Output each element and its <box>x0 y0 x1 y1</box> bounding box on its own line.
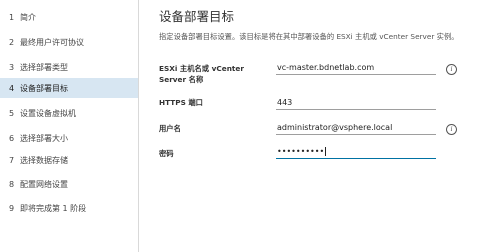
step-label: 配置网络设置 <box>20 179 68 189</box>
step-number: 3 <box>9 62 15 72</box>
step-label: 选择部署类型 <box>20 62 68 72</box>
step-label: 即将完成第 1 阶段 <box>20 203 87 213</box>
step-deployment-type[interactable]: 3 选择部署类型 <box>0 57 138 77</box>
wizard-steps-sidebar: 1 简介 2 最终用户许可协议 3 选择部署类型 4 设备部署目标 5 设置设备… <box>0 0 139 252</box>
username-input[interactable] <box>276 121 436 135</box>
step-deployment-size[interactable]: 6 选择部署大小 <box>0 128 138 148</box>
step-datastore[interactable]: 7 选择数据存储 <box>0 150 138 170</box>
step-number: 9 <box>9 203 15 213</box>
step-number: 7 <box>9 155 15 165</box>
info-icon[interactable]: i <box>446 124 457 135</box>
https-port-label: HTTPS 端口 <box>159 98 203 107</box>
step-number: 5 <box>9 108 15 118</box>
step-eula[interactable]: 2 最终用户许可协议 <box>0 32 138 52</box>
step-network[interactable]: 8 配置网络设置 <box>0 174 138 194</box>
step-label: 选择数据存储 <box>20 155 68 165</box>
host-input[interactable] <box>276 61 436 75</box>
page-title: 设备部署目标 <box>159 9 235 24</box>
password-value: •••••••••• <box>277 147 325 156</box>
step-deployment-target[interactable]: 4 设备部署目标 <box>0 78 138 98</box>
step-label: 设置设备虚拟机 <box>20 108 76 118</box>
step-number: 1 <box>9 12 15 22</box>
password-input[interactable]: •••••••••• <box>276 145 436 159</box>
step-ready-to-complete[interactable]: 9 即将完成第 1 阶段 <box>0 198 138 218</box>
step-label: 最终用户许可协议 <box>20 37 84 47</box>
step-number: 6 <box>9 133 15 143</box>
username-label: 用户名 <box>159 124 181 133</box>
step-label: 简介 <box>20 12 36 22</box>
step-number: 8 <box>9 179 15 189</box>
step-setup-vm[interactable]: 5 设置设备虚拟机 <box>0 103 138 123</box>
password-label: 密码 <box>159 149 174 158</box>
step-intro[interactable]: 1 简介 <box>0 7 138 27</box>
host-label: ESXi 主机名或 vCenter Server 名称 <box>159 64 244 84</box>
step-number: 4 <box>9 83 15 93</box>
step-label: 设备部署目标 <box>20 83 68 93</box>
main-content: 设备部署目标 指定设备部署目标设置。该目标是将在其中部署设备的 ESXi 主机或… <box>148 0 500 252</box>
info-icon[interactable]: i <box>446 64 457 75</box>
https-port-input[interactable] <box>276 96 436 110</box>
text-caret <box>325 147 327 156</box>
step-label: 选择部署大小 <box>20 133 68 143</box>
step-number: 2 <box>9 37 15 47</box>
page-description: 指定设备部署目标设置。该目标是将在其中部署设备的 ESXi 主机或 vCente… <box>159 32 459 41</box>
